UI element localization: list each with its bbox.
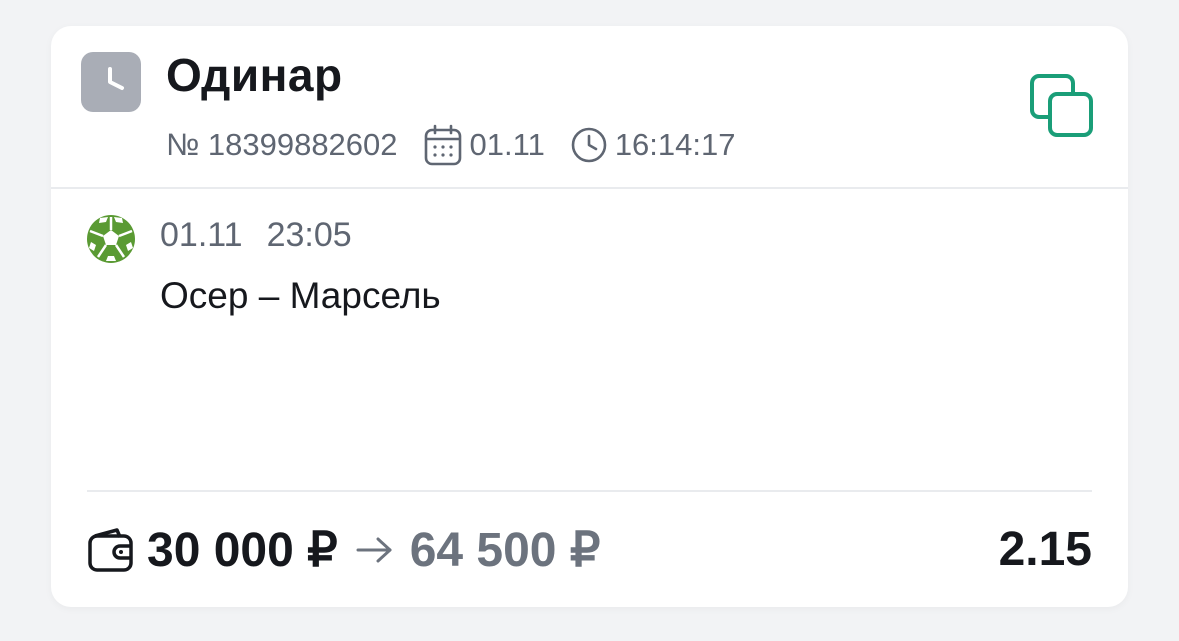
calendar-icon (424, 124, 462, 166)
event-time: 23:05 (266, 216, 352, 254)
copy-button[interactable] (1029, 73, 1095, 139)
bet-number: № 18399882602 (166, 127, 398, 162)
copy-icon (1030, 74, 1093, 137)
bet-header: Одинар № 18399882602 01.11 16:14:17 (51, 26, 1128, 189)
odds-value: 2.15 (998, 523, 1092, 576)
bet-type-title: Одинар (166, 49, 343, 101)
event-name: Осер – Марсель (160, 275, 441, 316)
bet-meta: № 18399882602 01.11 16:14:17 (166, 124, 735, 166)
bet-footer: 30 000 ₽ 64 500 ₽ 2.15 (87, 516, 1092, 586)
amounts: 30 000 ₽ 64 500 ₽ (147, 520, 600, 580)
time-icon (571, 127, 607, 163)
bet-time: 16:14:17 (614, 127, 736, 162)
clock-icon (108, 67, 124, 90)
stake-amount: 30 000 ₽ (147, 524, 338, 577)
arrow-right-icon (356, 535, 394, 565)
status-badge (81, 52, 141, 112)
divider (87, 490, 1092, 492)
bet-card[interactable]: Одинар № 18399882602 01.11 16:14:17 01.1… (51, 26, 1128, 607)
payout-amount: 64 500 ₽ (409, 524, 601, 577)
event-datetime: 01.11 23:05 (160, 216, 352, 255)
event-row[interactable]: 01.11 23:05 Осер – Марсель (51, 189, 1128, 489)
bet-date: 01.11 (469, 127, 545, 162)
event-date: 01.11 (160, 216, 243, 254)
soccer-ball-icon (86, 214, 136, 264)
wallet-icon (87, 526, 135, 574)
